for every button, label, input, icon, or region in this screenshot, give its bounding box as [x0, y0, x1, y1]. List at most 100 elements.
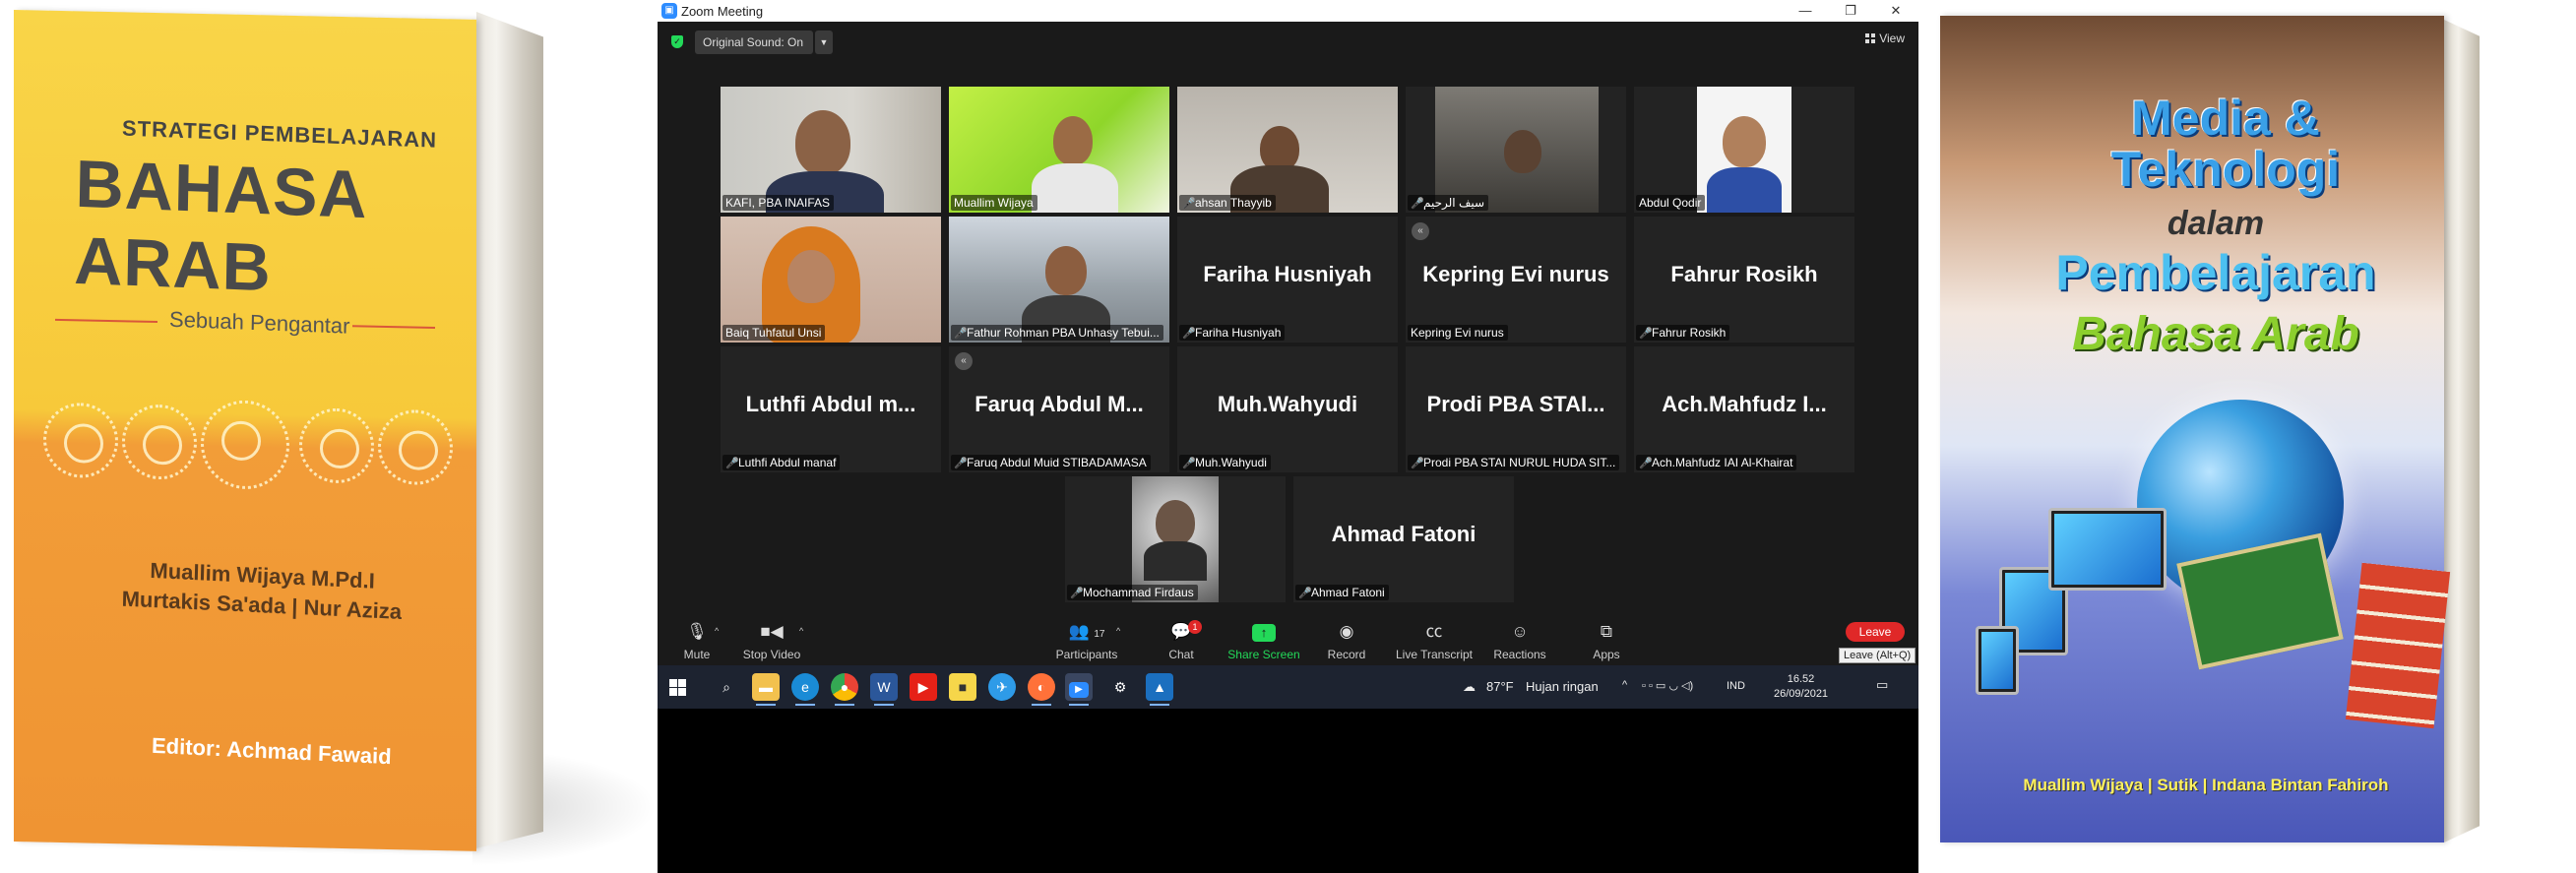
word-icon[interactable]: W [870, 673, 898, 706]
participant-name: 🎤Fariha Husniyah [1179, 325, 1286, 341]
edge-icon[interactable]: e [791, 673, 819, 706]
participant-display-name: Ahmad Fatoni [1331, 522, 1476, 546]
participant-display-name: Faruq Abdul M... [974, 392, 1144, 416]
participant-tile[interactable]: Prodi PBA STAI... 🎤Prodi PBA STAI NURUL … [1406, 346, 1626, 472]
book-title-line: Media & Teknologi [2048, 93, 2403, 195]
book-front: STRATEGI PEMBELAJARAN BAHASA ARAB Sebuah… [14, 10, 476, 851]
minimize-icon[interactable]: — [1783, 0, 1828, 22]
chevron-up-icon[interactable]: ^ [715, 626, 719, 636]
window-titlebar: ▣ Zoom Meeting — ❐ ✕ [658, 0, 1918, 22]
chrome-icon[interactable]: ● [831, 673, 858, 706]
share-screen-label: Share Screen [1227, 648, 1300, 661]
language-indicator[interactable]: IND [1727, 680, 1745, 692]
windows-icon[interactable] [669, 679, 686, 696]
participant-tile[interactable]: « Kepring Evi nurus Kepring Evi nurus [1406, 217, 1626, 343]
participant-name: Baiq Tuhfatul Unsi [723, 325, 826, 341]
grid-icon [1865, 33, 1876, 43]
view-button[interactable]: View [1865, 31, 1905, 45]
mic-muted-icon: 🎤 [1411, 198, 1424, 210]
photos-icon[interactable]: ▲ [1146, 673, 1173, 706]
search-icon[interactable]: ⌕ [713, 673, 740, 701]
left-book-cover: STRATEGI PEMBELAJARAN BAHASA ARAB Sebuah… [0, 0, 658, 873]
weather-temperature[interactable]: 87°F [1486, 679, 1514, 694]
tray-chevron-icon[interactable]: ^ [1622, 679, 1627, 691]
zoom-window: ▣ Zoom Meeting — ❐ ✕ ✓ Original Sound: O… [658, 0, 1918, 709]
view-label: View [1879, 31, 1905, 45]
participant-tile[interactable]: Ahmad Fatoni 🎤Ahmad Fatoni [1293, 476, 1514, 602]
weather-text[interactable]: Hujan ringan [1526, 679, 1599, 694]
participant-name: 🎤Prodi PBA STAI NURUL HUDA SIT... [1408, 455, 1620, 470]
participant-tile[interactable]: Fahrur Rosikh 🎤Fahrur Rosikh [1634, 217, 1854, 343]
right-book-cover: Media & Teknologi dalam Pembelajaran Bah… [1918, 0, 2576, 873]
participant-name: 🎤Fathur Rohman PBA Unhasy Tebui... [951, 325, 1163, 341]
participant-tile[interactable]: « Faruq Abdul M... 🎤Faruq Abdul Muid STI… [949, 346, 1169, 472]
title-dalam: dalam [2167, 205, 2265, 242]
participant-tile[interactable]: KAFI, PBA INAIFAS [721, 87, 941, 213]
mic-muted-icon: 🎤 [1182, 458, 1196, 469]
chat-button[interactable]: 💬 1 Chat [1142, 620, 1221, 661]
participant-tile[interactable]: Ach.Mahfudz I... 🎤Ach.Mahfudz IAI Al-Kha… [1634, 346, 1854, 472]
firefox-icon[interactable]: ◐ [1028, 673, 1055, 706]
participant-tile[interactable]: 🎤Fathur Rohman PBA Unhasy Tebui... [949, 217, 1169, 343]
tray-icons[interactable]: ▫ ▫ ▭ ◡ ◁) [1642, 679, 1693, 692]
participant-tile[interactable]: 🎤Mochammad Firdaus [1065, 476, 1286, 602]
participant-name: 🎤Muh.Wahyudi [1179, 455, 1271, 470]
participant-tile[interactable]: Fariha Husniyah 🎤Fariha Husniyah [1177, 217, 1398, 343]
participant-tile[interactable]: 🎤سيف الرحيم [1406, 87, 1626, 213]
youtube-icon[interactable]: ▶ [910, 673, 937, 701]
mute-button[interactable]: 🎙 Mute ^ [658, 622, 736, 661]
ornament-icon [299, 407, 374, 484]
close-icon[interactable]: ✕ [1873, 0, 1918, 22]
file-explorer-icon[interactable]: ▬ [752, 673, 780, 706]
notifications-icon[interactable]: ▭ [1876, 677, 1888, 693]
window-title: Zoom Meeting [681, 4, 764, 19]
participant-display-name: Muh.Wahyudi [1217, 392, 1358, 416]
chevron-up-icon[interactable]: ^ [799, 626, 803, 636]
participants-icon: 👥 17 [1068, 622, 1105, 641]
participant-display-name: Kepring Evi nurus [1422, 262, 1609, 286]
collapse-icon[interactable]: « [1412, 222, 1429, 240]
stop-video-button[interactable]: ■◀ Stop Video ^ [732, 622, 811, 661]
mic-muted-icon: 🎤 [1182, 328, 1196, 340]
participants-button[interactable]: 👥 17 Participants ^ [1037, 622, 1136, 661]
phone-icon [1976, 626, 2019, 695]
participant-display-name: Ach.Mahfudz I... [1662, 392, 1827, 416]
book-stack-icon [2345, 562, 2451, 729]
mic-muted-icon: 🎤 [954, 458, 968, 469]
participants-label: Participants [1055, 648, 1118, 661]
zoom-icon[interactable]: ▶ [1065, 673, 1093, 706]
original-sound-button[interactable]: Original Sound: On [695, 31, 814, 54]
maximize-icon[interactable]: ❐ [1828, 0, 1873, 22]
clock-date: 26/09/2021 [1774, 688, 1829, 700]
participant-face [1504, 130, 1541, 173]
tagline-rule-left [55, 318, 157, 324]
apps-button[interactable]: ⧉ Apps [1567, 622, 1646, 661]
meeting-topbar: ✓ Original Sound: On ▼ View [658, 22, 1918, 61]
apps-icon: ⧉ [1600, 622, 1613, 641]
book-tagline: Sebuah Pengantar [168, 306, 350, 339]
microphone-icon: 🎙 [686, 622, 708, 641]
participant-tile[interactable]: Abdul Qodir [1634, 87, 1854, 213]
book-subtitle: STRATEGI PEMBELAJARAN [121, 115, 438, 153]
mic-muted-icon: 🎤 [725, 458, 739, 469]
weather-icon[interactable]: ☁ [1463, 679, 1476, 695]
participant-tile[interactable]: Baiq Tuhfatul Unsi [721, 217, 941, 343]
participant-name: 🎤Faruq Abdul Muid STIBADAMASA [951, 455, 1151, 470]
book-pages-edge [476, 12, 543, 848]
chevron-up-icon[interactable]: ^ [1116, 626, 1120, 636]
encryption-shield-icon[interactable]: ✓ [671, 35, 683, 48]
participant-tile[interactable]: Muh.Wahyudi 🎤Muh.Wahyudi [1177, 346, 1398, 472]
participant-tile[interactable]: Luthfi Abdul m... 🎤Luthfi Abdul manaf [721, 346, 941, 472]
chevron-down-icon[interactable]: ▼ [815, 31, 833, 54]
taskbar-clock[interactable]: 16.52 26/09/2021 [1774, 672, 1828, 702]
collapse-icon[interactable]: « [955, 352, 973, 370]
participant-face [787, 250, 835, 303]
settings-icon[interactable]: ⚙ [1106, 673, 1134, 701]
participant-tile[interactable]: 🎤ahsan Thayyib [1177, 87, 1398, 213]
reactions-button[interactable]: ☺ Reactions [1471, 622, 1569, 661]
leave-button[interactable]: Leave [1846, 622, 1905, 642]
sticky-notes-icon[interactable]: ■ [949, 673, 976, 701]
monitor-icon [2048, 508, 2167, 591]
app-icon[interactable]: ✈ [988, 673, 1016, 701]
participant-tile[interactable]: Muallim Wijaya [949, 87, 1169, 213]
